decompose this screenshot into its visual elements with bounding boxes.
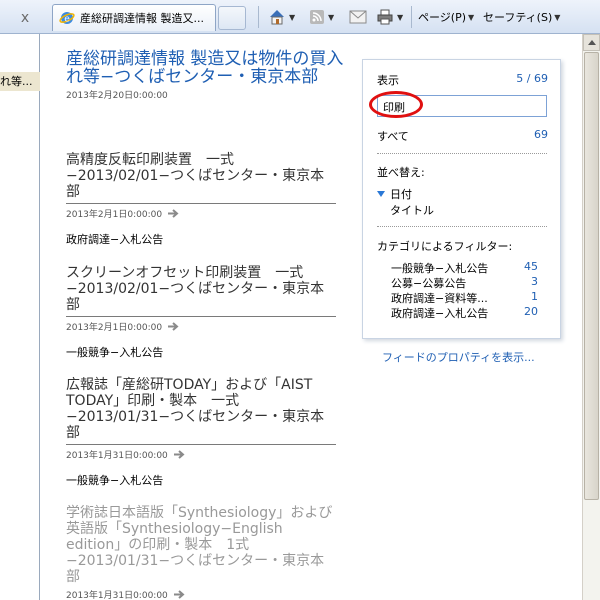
- filter-item[interactable]: 政府調達−資料等... 1: [391, 290, 538, 306]
- favorites-item[interactable]: れ等...: [0, 72, 40, 91]
- filter-item[interactable]: 政府調達−入札公告 20: [391, 305, 538, 321]
- chevron-down-icon[interactable]: ▼: [468, 13, 474, 22]
- home-button[interactable]: ▼: [268, 6, 295, 28]
- arrow-right-icon[interactable]: [173, 588, 186, 600]
- svg-text:e: e: [64, 15, 70, 25]
- filter-item-label[interactable]: 一般競争−入札公告: [391, 260, 488, 276]
- entry-divider: [66, 316, 336, 317]
- chevron-down-icon[interactable]: ▼: [397, 13, 403, 22]
- feed-date: 2013年2月20日0:00:00: [66, 91, 168, 101]
- feed-header: 産総研調達情報 製造又は物件の買入れ等−つくばセンター・東京本部 2013年2月…: [66, 50, 356, 101]
- vertical-scrollbar[interactable]: [582, 34, 600, 600]
- sort-date-label[interactable]: 日付: [390, 186, 412, 202]
- feed-entry: 学術誌日本語版「Synthesiology」および英語版「Synthesiolo…: [66, 505, 336, 600]
- arrow-right-icon[interactable]: [173, 448, 186, 461]
- all-row[interactable]: すべて 69: [377, 128, 548, 144]
- chevron-down-icon[interactable]: ▼: [289, 13, 295, 22]
- panel-divider: [377, 153, 547, 154]
- filter-item[interactable]: 公募−公募公告 3: [391, 275, 538, 291]
- toolbar-divider: [411, 6, 412, 28]
- entry-title[interactable]: 広報誌「産総研TODAY」および「AIST TODAY」印刷・製本 一式−201…: [66, 377, 336, 441]
- entry-meta: 2013年2月1日0:00:00: [66, 318, 336, 334]
- tab-title: 産総研調達情報 製造又...: [80, 12, 204, 25]
- feed-properties-link[interactable]: フィードのプロパティを表示...: [382, 349, 535, 365]
- safety-menu-label: セーフティ(S): [483, 11, 553, 24]
- new-tab-button[interactable]: [218, 6, 246, 30]
- scroll-thumb[interactable]: [584, 52, 599, 500]
- search-input[interactable]: 印刷: [377, 95, 547, 117]
- panel-divider: [377, 226, 547, 227]
- all-label[interactable]: すべて: [377, 128, 409, 144]
- entry-date: 2013年1月31日0:00:00: [66, 590, 168, 600]
- entry-meta: 2013年2月1日0:00:00: [66, 205, 336, 221]
- arrow-right-icon[interactable]: [167, 320, 180, 333]
- entry-meta: 2013年1月31日0:00:00: [66, 446, 336, 462]
- filter-item-label[interactable]: 政府調達−資料等...: [391, 290, 488, 306]
- mail-icon: [349, 10, 367, 24]
- page-menu[interactable]: ページ(P) ▼: [418, 6, 474, 28]
- mail-button[interactable]: [349, 6, 367, 28]
- sort-triangle-icon: [377, 191, 385, 197]
- entry-divider: [66, 444, 336, 445]
- page-menu-label: ページ(P): [418, 11, 466, 24]
- ie-globe-icon: e: [59, 12, 75, 25]
- scroll-up-button[interactable]: [583, 34, 600, 51]
- sort-by-date[interactable]: 日付: [377, 186, 412, 202]
- display-label: 表示: [377, 74, 399, 87]
- feed-title[interactable]: 産総研調達情報 製造又は物件の買入れ等−つくばセンター・東京本部: [66, 50, 356, 86]
- filter-item-count: 20: [524, 305, 538, 318]
- filter-item-label[interactable]: 政府調達−入札公告: [391, 305, 488, 321]
- entry-title[interactable]: スクリーンオフセット印刷装置 一式−2013/02/01−つくばセンター・東京本…: [66, 265, 336, 313]
- feeds-button[interactable]: ▼: [309, 6, 334, 28]
- filter-item-label[interactable]: 公募−公募公告: [391, 275, 466, 291]
- sort-label: 並べ替え:: [377, 166, 425, 179]
- entry-title[interactable]: 高精度反転印刷装置 一式−2013/02/01−つくばセンター・東京本部: [66, 152, 336, 200]
- entry-category: 政府調達−入札公告: [66, 233, 164, 246]
- feed-entry: スクリーンオフセット印刷装置 一式−2013/02/01−つくばセンター・東京本…: [66, 265, 336, 360]
- entry-date: 2013年2月1日0:00:00: [66, 322, 163, 333]
- favorites-pane: れ等...: [0, 34, 40, 600]
- feed-filter-panel: 表示 5 / 69 印刷 すべて 69 並べ替え: 日付 タイトル カテゴリによ…: [362, 59, 561, 339]
- filter-item-count: 3: [531, 275, 538, 288]
- arrow-right-icon[interactable]: [167, 207, 180, 220]
- browser-toolbar: x e 産総研調達情報 製造又... ▼ ▼ ▼ ページ(P) ▼ セーフティ(…: [0, 0, 600, 34]
- display-count: 5 / 69: [516, 72, 548, 85]
- entry-date: 2013年1月31日0:00:00: [66, 450, 168, 461]
- entry-category: 一般競争−入札公告: [66, 474, 164, 487]
- filter-label: カテゴリによるフィルター:: [377, 240, 513, 253]
- print-button[interactable]: ▼: [376, 6, 403, 28]
- entry-category: 一般競争−入札公告: [66, 346, 164, 359]
- chevron-down-icon[interactable]: ▼: [328, 13, 334, 22]
- entry-divider: [66, 203, 336, 204]
- entry-meta: 2013年1月31日0:00:00: [66, 586, 336, 600]
- all-count: 69: [534, 128, 548, 141]
- print-icon: [377, 9, 393, 25]
- home-icon: [270, 10, 284, 25]
- entry-title[interactable]: 学術誌日本語版「Synthesiology」および英語版「Synthesiolo…: [66, 505, 336, 585]
- display-row: 表示 5 / 69: [377, 72, 548, 88]
- tab-feed[interactable]: e 産総研調達情報 製造又...: [52, 4, 216, 31]
- feed-icon: [310, 10, 324, 24]
- entry-date: 2013年2月1日0:00:00: [66, 209, 163, 220]
- filter-item-count: 45: [524, 260, 538, 273]
- filter-item-count: 1: [531, 290, 538, 303]
- filter-item[interactable]: 一般競争−入札公告 45: [391, 260, 538, 276]
- close-icon[interactable]: x: [16, 9, 34, 27]
- chevron-down-icon[interactable]: ▼: [554, 13, 560, 22]
- feed-entry: 高精度反転印刷装置 一式−2013/02/01−つくばセンター・東京本部 201…: [66, 152, 336, 247]
- sort-by-title[interactable]: タイトル: [390, 202, 434, 218]
- toolbar-divider: [258, 6, 259, 28]
- safety-menu[interactable]: セーフティ(S) ▼: [483, 6, 560, 28]
- feed-entry: 広報誌「産総研TODAY」および「AIST TODAY」印刷・製本 一式−201…: [66, 377, 336, 488]
